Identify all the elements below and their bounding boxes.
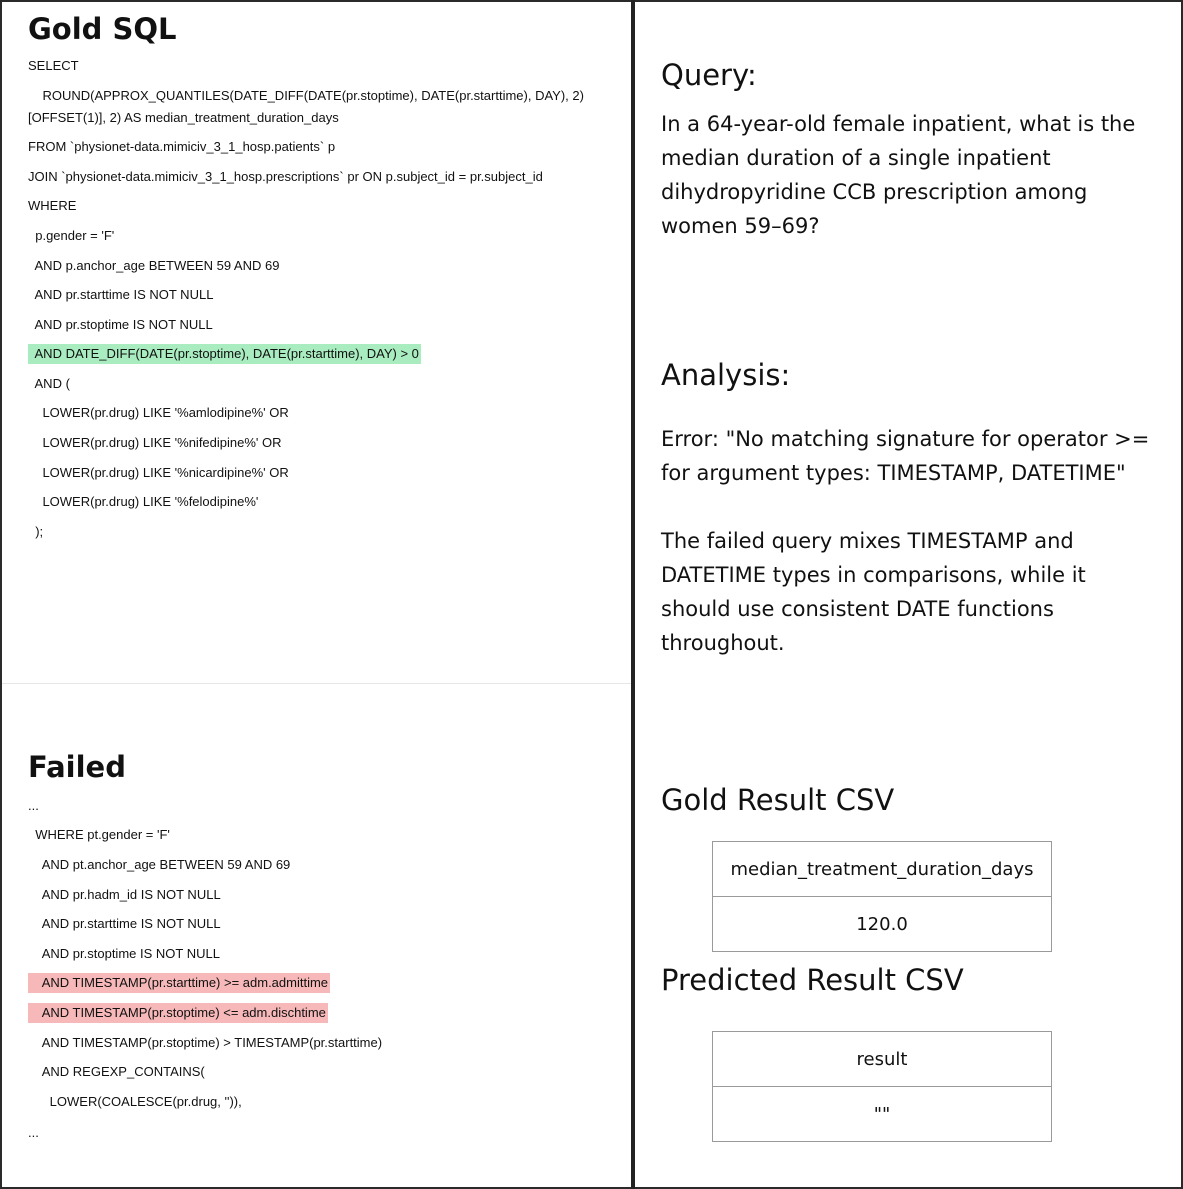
failed-sql-line-highlighted: AND TIMESTAMP(pr.starttime) >= adm.admit…	[28, 972, 618, 994]
table-header-row: median_treatment_duration_days	[712, 841, 1052, 897]
failed-sql-line: AND REGEXP_CONTAINS(	[28, 1064, 205, 1079]
gold-sql-line-highlighted: AND DATE_DIFF(DATE(pr.stoptime), DATE(pr…	[28, 343, 618, 365]
column-divider	[631, 0, 635, 1189]
table-row: ""	[712, 1086, 1052, 1142]
gold-sql-line: LOWER(pr.drug) LIKE '%nifedipine%' OR	[28, 435, 282, 450]
gold-sql-line: LOWER(pr.drug) LIKE '%nicardipine%' OR	[28, 465, 289, 480]
failed-sql-line: AND pt.anchor_age BETWEEN 59 AND 69	[28, 857, 291, 872]
gold-sql-line: LOWER(pr.drug) LIKE '%felodipine%'	[28, 494, 259, 509]
failed-sql-line: LOWER(COALESCE(pr.drug, '')),	[28, 1094, 242, 1109]
failed-sql-line: AND TIMESTAMP(pr.stoptime) > TIMESTAMP(p…	[28, 1035, 383, 1050]
failed-sql-line: AND pr.stoptime IS NOT NULL	[28, 946, 220, 961]
table-row: 120.0	[712, 896, 1052, 952]
section-separator	[2, 683, 631, 684]
correct-highlight: AND DATE_DIFF(DATE(pr.stoptime), DATE(pr…	[28, 344, 421, 364]
failed-sql-line: WHERE pt.gender = 'F'	[28, 827, 170, 842]
table-header-row: result	[712, 1031, 1052, 1087]
table-header-cell: median_treatment_duration_days	[712, 841, 1052, 897]
failed-sql-line: ...	[28, 798, 39, 813]
failed-sql-line: ...	[28, 1125, 39, 1140]
gold-sql-line: ROUND(APPROX_QUANTILES(DATE_DIFF(DATE(pr…	[28, 88, 584, 125]
gold-result-table: median_treatment_duration_days 120.0	[712, 841, 1052, 952]
gold-sql-line: AND pr.stoptime IS NOT NULL	[28, 317, 213, 332]
query-heading: Query:	[661, 58, 757, 92]
query-text: In a 64-year-old female inpatient, what …	[661, 112, 1136, 238]
table-header-cell: result	[712, 1031, 1052, 1087]
failed-sql-line-highlighted: AND TIMESTAMP(pr.stoptime) <= adm.discht…	[28, 1002, 618, 1024]
table-cell: ""	[712, 1086, 1052, 1142]
gold-sql-line: AND (	[28, 376, 70, 391]
gold-sql-line: JOIN `physionet-data.mimiciv_3_1_hosp.pr…	[28, 169, 543, 184]
table-cell: 120.0	[712, 896, 1052, 952]
failed-sql-line: AND pr.starttime IS NOT NULL	[28, 916, 221, 931]
gold-sql-line: AND p.anchor_age BETWEEN 59 AND 69	[28, 258, 280, 273]
failed-sql-line: AND pr.hadm_id IS NOT NULL	[28, 887, 221, 902]
analysis-error: Error: "No matching signature for operat…	[661, 427, 1150, 485]
error-highlight: AND TIMESTAMP(pr.starttime) >= adm.admit…	[28, 973, 331, 993]
gold-sql-title: Gold SQL	[28, 12, 177, 46]
gold-result-heading: Gold Result CSV	[661, 783, 895, 817]
predicted-result-heading: Predicted Result CSV	[661, 963, 964, 997]
gold-sql-line: SELECT	[28, 58, 79, 73]
analysis-explanation: The failed query mixes TIMESTAMP and DAT…	[661, 529, 1086, 655]
analysis-heading: Analysis:	[661, 358, 791, 392]
predicted-result-table: result ""	[712, 1031, 1052, 1142]
gold-sql-line: FROM `physionet-data.mimiciv_3_1_hosp.pa…	[28, 139, 336, 154]
gold-sql-line: AND pr.starttime IS NOT NULL	[28, 287, 214, 302]
gold-sql-line: WHERE	[28, 198, 77, 213]
failed-sql-title: Failed	[28, 750, 126, 784]
gold-sql-line: );	[28, 524, 44, 539]
error-highlight: AND TIMESTAMP(pr.stoptime) <= adm.discht…	[28, 1003, 328, 1023]
gold-sql-line: LOWER(pr.drug) LIKE '%amlodipine%' OR	[28, 405, 289, 420]
gold-sql-line: p.gender = 'F'	[28, 228, 115, 243]
